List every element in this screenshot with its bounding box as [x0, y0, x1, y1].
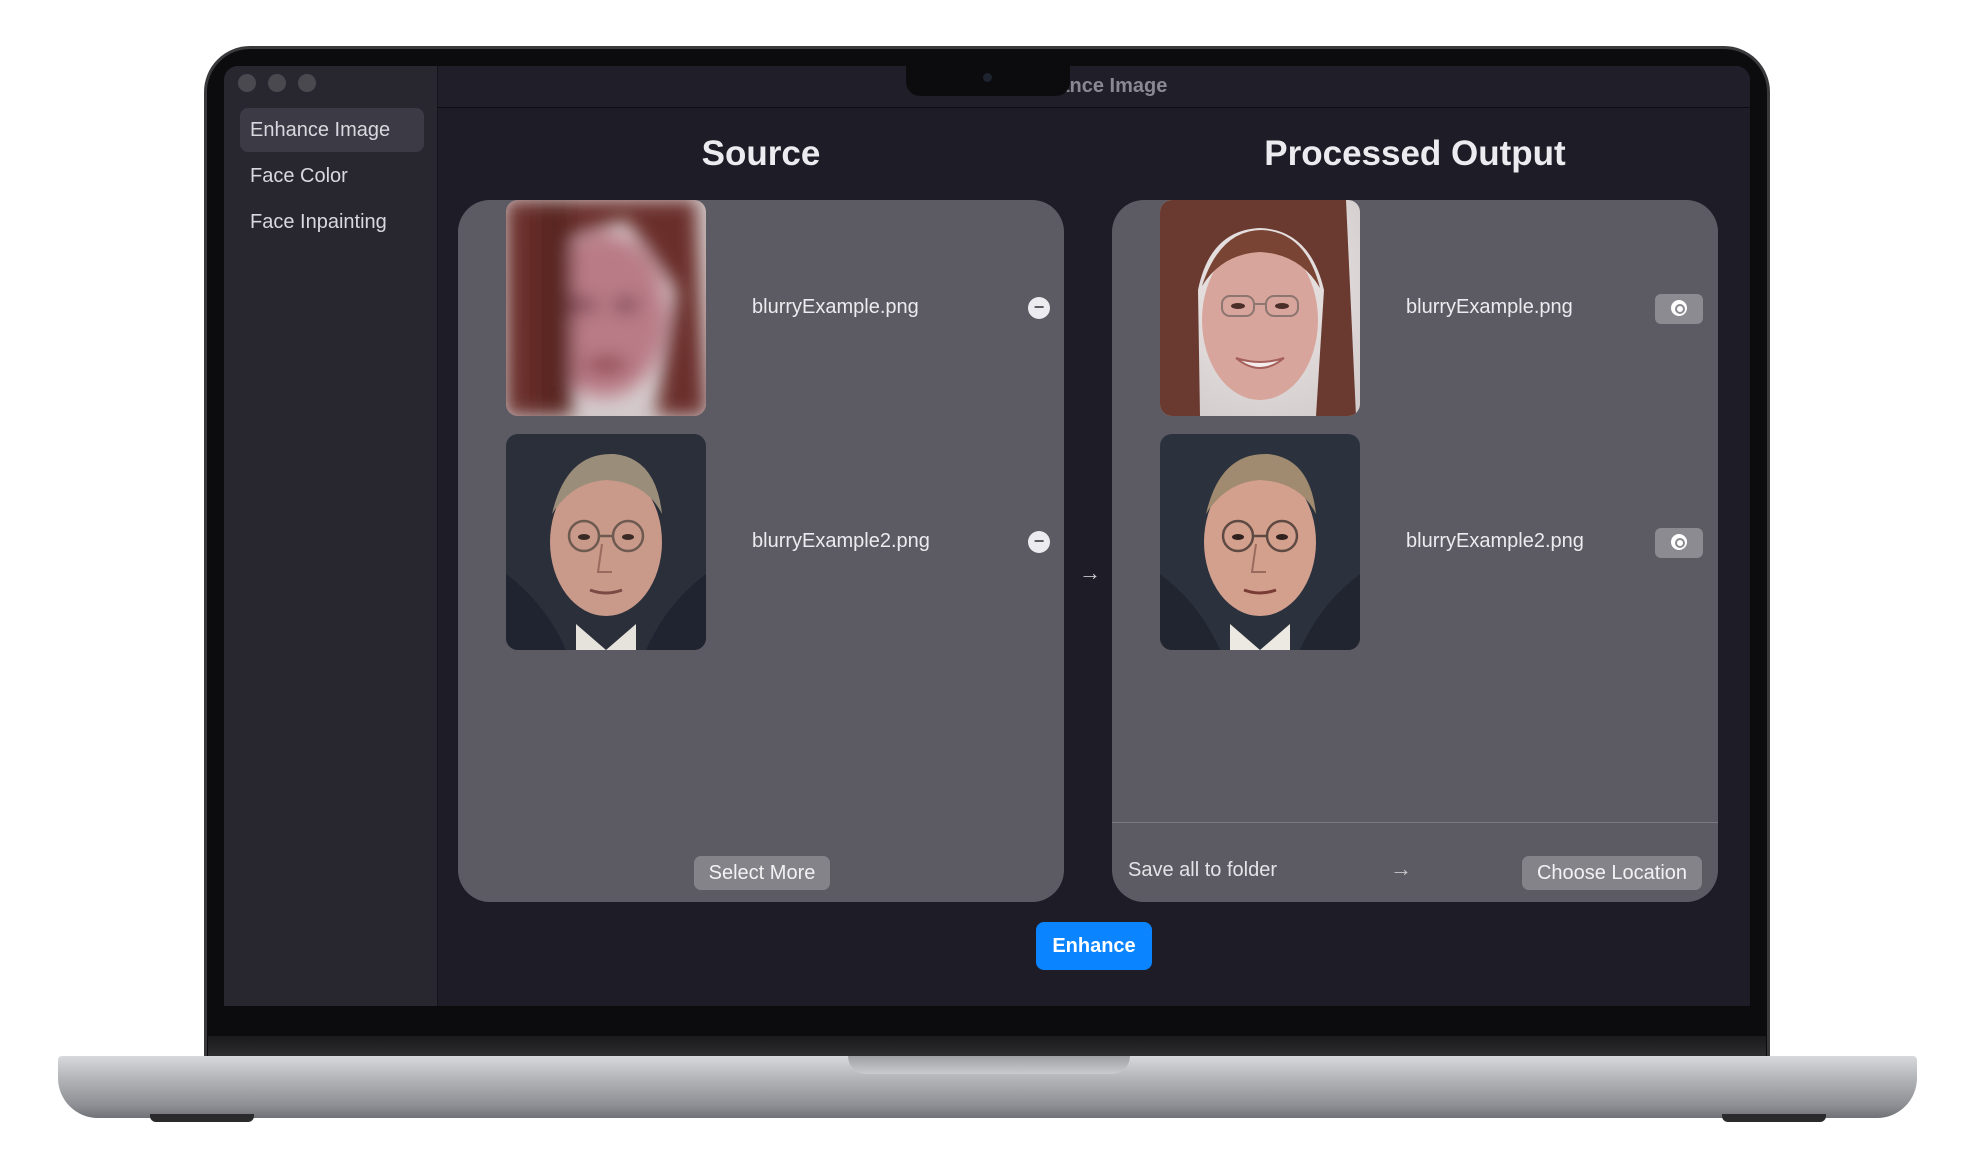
arrow-right-icon: →	[1390, 856, 1412, 881]
output-file-name: blurryExample2.png	[1406, 530, 1584, 552]
minus-circle-icon[interactable]: −	[1028, 297, 1050, 319]
app-window: Enhance Image Face Color Face Inpainting…	[224, 66, 1750, 1006]
output-title: Processed Output	[1264, 134, 1566, 173]
laptop-base-notch	[848, 1056, 1130, 1074]
sidebar: Enhance Image Face Color Face Inpainting	[224, 66, 438, 1006]
source-file-name: blurryExample2.png	[752, 530, 930, 552]
laptop-foot	[150, 1114, 254, 1122]
close-window-button[interactable]	[238, 74, 256, 92]
output-list-item: blurryExample.png	[1112, 200, 1718, 416]
select-more-button[interactable]: Select More	[694, 856, 830, 890]
output-thumbnail[interactable]	[1160, 200, 1360, 416]
output-thumbnail[interactable]	[1160, 434, 1360, 650]
source-thumbnail[interactable]	[506, 434, 706, 650]
output-file-name: blurryExample.png	[1406, 296, 1573, 318]
laptop-foot	[1722, 1114, 1826, 1122]
magnifier-icon[interactable]	[1655, 528, 1703, 558]
sidebar-item-face-color[interactable]: Face Color	[240, 154, 424, 198]
title-bar: Enhance Image	[438, 66, 1750, 108]
save-all-label: Save all to folder	[1128, 859, 1277, 881]
zoom-window-button[interactable]	[298, 74, 316, 92]
laptop-hinge	[208, 1036, 1766, 1056]
sidebar-item-enhance-image[interactable]: Enhance Image	[240, 108, 424, 152]
camera-icon	[983, 73, 992, 82]
source-list-item: blurryExample2.png −	[458, 434, 1064, 650]
arrow-right-icon: →	[1079, 560, 1101, 585]
source-list-item: blurryExample.png −	[458, 200, 1064, 416]
minimize-window-button[interactable]	[268, 74, 286, 92]
source-panel: blurryExample.png − blurryExample2.png −…	[458, 200, 1064, 902]
choose-location-button[interactable]: Choose Location	[1522, 856, 1702, 890]
magnifier-icon[interactable]	[1655, 294, 1703, 324]
camera-notch	[906, 66, 1070, 96]
output-list-item: blurryExample2.png	[1112, 434, 1718, 650]
minus-circle-icon[interactable]: −	[1028, 531, 1050, 553]
source-title: Source	[701, 134, 821, 173]
divider	[1112, 822, 1718, 823]
enhance-button[interactable]: Enhance	[1036, 922, 1152, 970]
main-content: Enhance Image Source Processed Output bl…	[438, 66, 1750, 1006]
sidebar-item-face-inpainting[interactable]: Face Inpainting	[240, 200, 424, 244]
output-panel: blurryExample.png blurryExample2.png Sav…	[1112, 200, 1718, 902]
source-file-name: blurryExample.png	[752, 296, 919, 318]
source-thumbnail[interactable]	[506, 200, 706, 416]
laptop-frame: Enhance Image Face Color Face Inpainting…	[0, 0, 1965, 1168]
